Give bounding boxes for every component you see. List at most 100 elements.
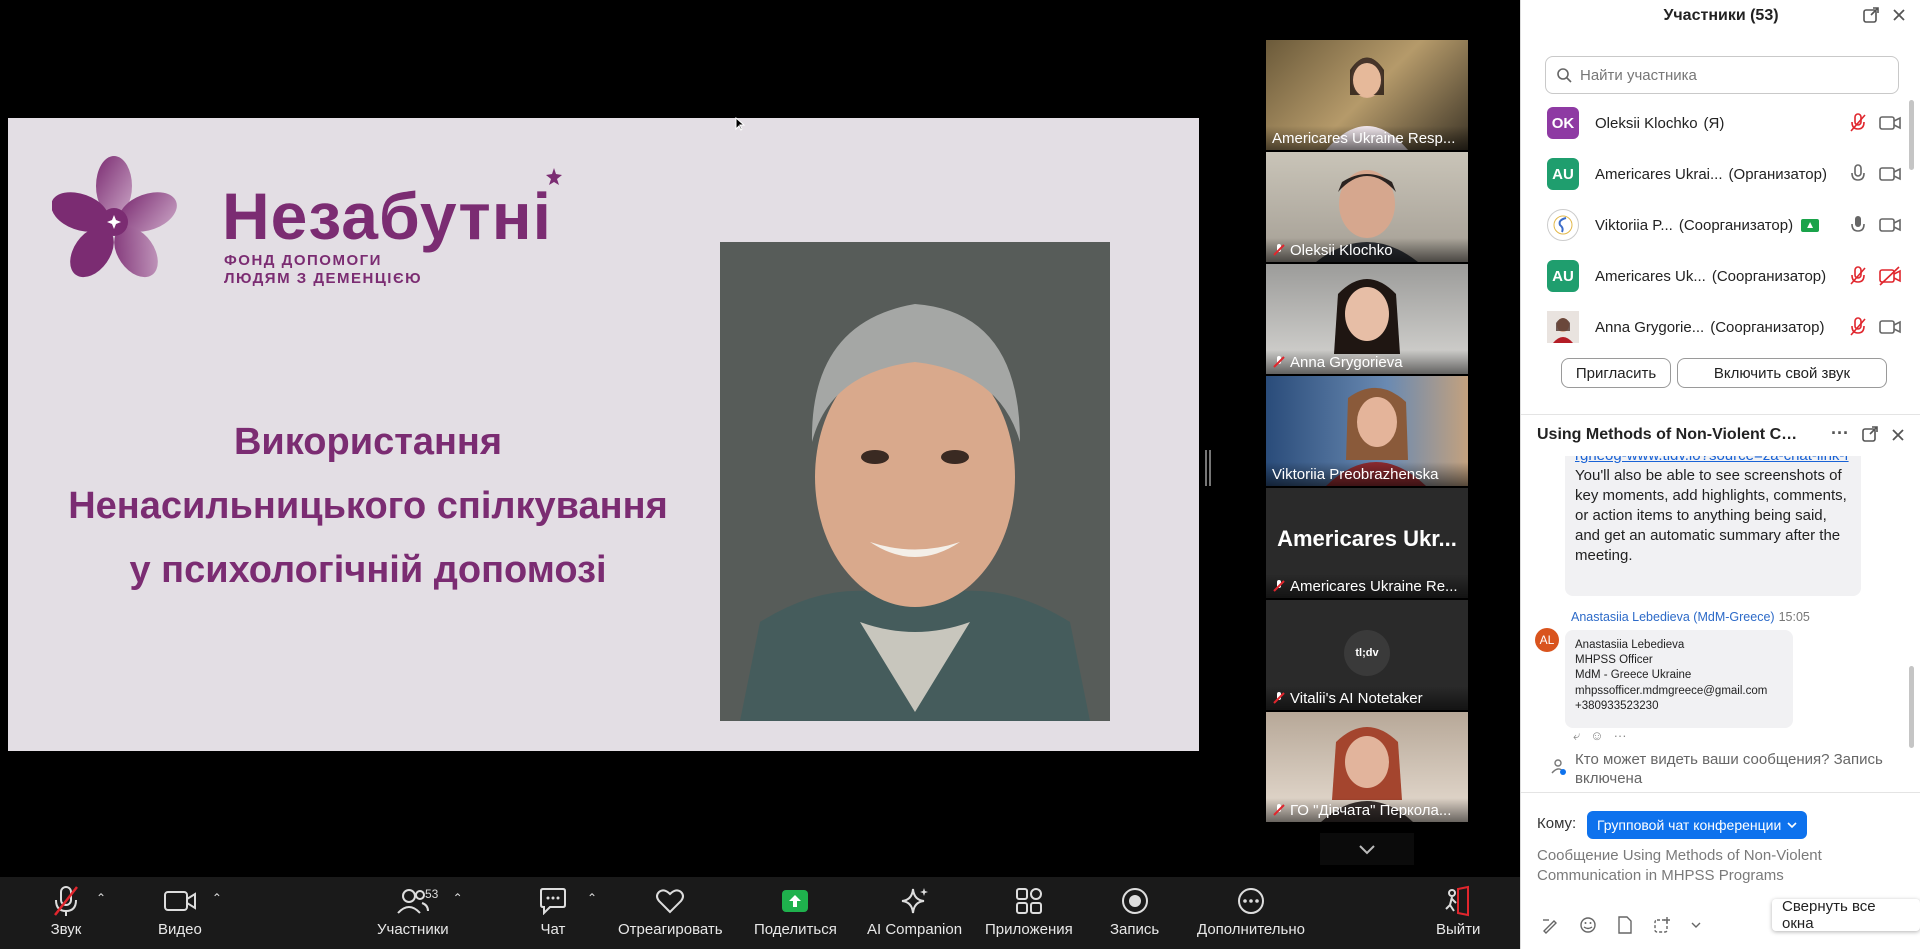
recipient-select[interactable]: Групповой чат конференции	[1587, 811, 1808, 839]
chevron-down-icon[interactable]	[1691, 921, 1701, 929]
emoji-react-icon[interactable]: ☺	[1590, 728, 1603, 744]
ai-companion-button[interactable]: AI Companion	[867, 883, 962, 938]
chat-message: Anastasiia Lebedieva MHPSS Officer MdM -…	[1565, 630, 1793, 728]
file-icon[interactable]	[1617, 916, 1633, 934]
mic-muted-icon[interactable]	[1849, 266, 1867, 286]
emoji-icon[interactable]	[1579, 916, 1597, 934]
video-tile-active-speaker[interactable]: Anna Grygorieva	[1266, 264, 1468, 374]
video-tile[interactable]: Oleksii Klochko	[1266, 152, 1468, 262]
video-tile[interactable]: Viktoriia Preobrazhenska	[1266, 376, 1468, 486]
screenshot-icon[interactable]	[1653, 916, 1671, 934]
chat-link[interactable]: rgneog-www.tldv.io?source=za-chat-link-f	[1575, 456, 1851, 466]
more-button[interactable]: Дополнительно	[1197, 883, 1305, 938]
apps-button[interactable]: Приложения	[985, 883, 1073, 938]
react-button[interactable]: Отреагировать	[618, 883, 723, 938]
chevron-up-icon[interactable]: ⌃	[587, 891, 601, 905]
mic-icon[interactable]	[1849, 215, 1867, 235]
side-panel: Участники (53) OK Oleksii Klochko (Я) AU…	[1520, 0, 1920, 949]
popout-icon[interactable]	[1861, 5, 1881, 25]
participant-row[interactable]: AU Americares Ukrai... (Организатор)	[1547, 154, 1907, 194]
participants-count: 53	[425, 887, 439, 901]
participant-row[interactable]: Viktoriia P... (Соорганизатор) ▲	[1547, 205, 1907, 245]
mic-muted-icon	[1273, 580, 1285, 592]
record-button[interactable]: Запись	[1110, 883, 1159, 938]
video-tile[interactable]: Americares Ukraine Resp...	[1266, 40, 1468, 150]
record-icon	[1121, 888, 1148, 914]
message-actions: ⤶ ☺ ···	[1573, 728, 1627, 744]
participant-name: Anna Grygorieva	[1290, 353, 1403, 371]
participant-row[interactable]: Anna Grygorie... (Соорганизатор)	[1547, 307, 1907, 347]
mic-muted-icon	[54, 886, 78, 916]
video-camera-icon	[163, 891, 196, 911]
participant-name: Vitalii's AI Notetaker	[1290, 689, 1423, 707]
mic-muted-icon[interactable]	[1849, 113, 1867, 133]
chevron-up-icon[interactable]: ⌃	[453, 891, 467, 905]
mic-muted-icon[interactable]	[1849, 317, 1867, 337]
mouse-cursor-icon	[735, 117, 745, 131]
gallery-scroll-down-button[interactable]	[1320, 833, 1414, 865]
format-text-icon[interactable]	[1541, 916, 1559, 934]
share-screen-icon	[782, 890, 809, 912]
share-button[interactable]: Поделиться	[754, 883, 837, 938]
participant-name: ГО "Дівчата" Перкола...	[1290, 801, 1452, 819]
message-time: 15:05	[1778, 610, 1810, 624]
search-icon	[1557, 68, 1572, 83]
collapse-all-windows-tooltip[interactable]: Свернуть все окна	[1772, 898, 1920, 932]
avatar: AU	[1547, 260, 1579, 292]
participants-scrollbar[interactable]	[1909, 100, 1914, 170]
participants-button[interactable]: Участники 53 ⌃	[377, 883, 463, 938]
mic-muted-icon	[1273, 244, 1285, 256]
close-icon[interactable]	[1889, 5, 1909, 25]
chat-privacy-notice[interactable]: Кто может видеть ваши сообщения? Запись …	[1551, 750, 1911, 788]
video-camera-icon[interactable]	[1879, 164, 1901, 184]
mic-muted-icon	[1273, 692, 1285, 704]
video-tile[interactable]: tl;dv Vitalii's AI Notetaker	[1266, 600, 1468, 710]
audio-button[interactable]: Звук ⌃	[46, 883, 106, 938]
unmute-self-button[interactable]: Включить свой звук	[1677, 358, 1887, 388]
shared-screen-slide: Незабутні ФОНД ДОПОМОГИ ЛЮДЯМ З ДЕМЕНЦІЄ…	[8, 118, 1199, 751]
participant-name: Oleksii Klochko	[1290, 241, 1393, 259]
chat-title: Using Methods of Non-Violent Co...	[1537, 425, 1803, 443]
more-dots-icon[interactable]: ···	[1614, 728, 1627, 744]
video-tile[interactable]: Americares Ukr... Americares Ukraine Re.…	[1266, 488, 1468, 598]
logo-subtitle: ФОНД ДОПОМОГИ ЛЮДЯМ З ДЕМЕНЦІЄЮ	[224, 252, 423, 287]
reply-icon[interactable]: ⤶	[1573, 728, 1580, 744]
chevron-up-icon[interactable]: ⌃	[212, 891, 226, 905]
chat-button[interactable]: Чат ⌃	[533, 883, 597, 938]
chat-compose-input[interactable]: Сообщение Using Methods of Non-Violent C…	[1537, 846, 1897, 886]
video-camera-icon[interactable]	[1879, 215, 1901, 235]
mic-muted-icon	[1273, 356, 1285, 368]
leave-door-icon	[1445, 885, 1470, 917]
popout-icon[interactable]	[1861, 425, 1879, 448]
video-camera-icon[interactable]	[1879, 317, 1901, 337]
participant-name-placeholder: Americares Ukr...	[1277, 526, 1457, 551]
search-input[interactable]	[1580, 66, 1880, 84]
video-camera-icon[interactable]	[1879, 113, 1901, 133]
chevron-down-icon	[1787, 822, 1797, 829]
video-button[interactable]: Видео ⌃	[158, 883, 222, 938]
mic-icon[interactable]	[1849, 164, 1867, 184]
chat-scrollbar[interactable]	[1909, 666, 1914, 748]
leave-button[interactable]: Выйти	[1436, 883, 1480, 938]
chat-messages: rgneog-www.tldv.io?source=za-chat-link-f…	[1521, 456, 1915, 748]
meeting-toolbar: Звук ⌃ Видео ⌃ Участники 53 ⌃ Чат ⌃ Отре…	[0, 877, 1520, 949]
participant-row[interactable]: OK Oleksii Klochko (Я)	[1547, 103, 1907, 143]
sharing-screen-icon: ▲	[1801, 218, 1820, 232]
chat-header: Using Methods of Non-Violent Co... ···	[1521, 414, 1920, 454]
message-sender: Anastasiia Lebedieva (MdM-Greece) 15:05	[1571, 610, 1810, 624]
participant-search[interactable]	[1545, 56, 1899, 94]
close-icon[interactable]	[1891, 428, 1905, 447]
participant-name: Viktoriia Preobrazhenska	[1272, 465, 1439, 483]
video-tile[interactable]: ГО "Дівчата" Перкола...	[1266, 712, 1468, 822]
invite-button[interactable]: Пригласить	[1561, 358, 1671, 388]
resize-handle[interactable]	[1205, 450, 1211, 486]
more-dots-icon[interactable]: ···	[1831, 423, 1849, 444]
chat-message: rgneog-www.tldv.io?source=za-chat-link-f…	[1565, 456, 1861, 596]
participant-name: Americares Ukraine Resp...	[1272, 129, 1456, 147]
chevron-up-icon[interactable]: ⌃	[96, 891, 110, 905]
meeting-stage: Незабутні ФОНД ДОПОМОГИ ЛЮДЯМ З ДЕМЕНЦІЄ…	[0, 0, 1520, 877]
video-off-icon[interactable]	[1879, 266, 1901, 286]
heart-icon	[656, 889, 685, 914]
participant-row[interactable]: AU Americares Uk... (Соорганизатор)	[1547, 256, 1907, 296]
avatar	[1547, 209, 1579, 241]
